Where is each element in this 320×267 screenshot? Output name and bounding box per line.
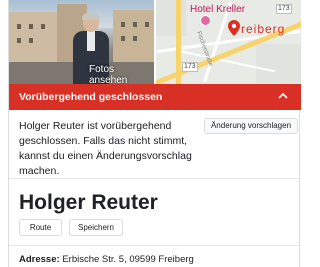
route-button[interactable]: Route: [19, 219, 62, 236]
address-value[interactable]: Erbische Str. 5, 09599 Freiberg: [62, 254, 194, 265]
road-number-badge: 173: [182, 62, 198, 72]
divider: [9, 245, 301, 246]
business-photo[interactable]: Fotos ansehen: [9, 0, 154, 84]
location-pin-icon: [228, 20, 240, 36]
map-hotel-label: Hotel Kreller: [190, 4, 246, 15]
road-number-badge: 173: [276, 4, 292, 14]
closed-status-label: Vorübergehend geschlossen: [19, 91, 163, 103]
knowledge-panel: Fotos ansehen 173 173 Fischerstraße Hote…: [8, 0, 301, 267]
suggest-edit-button[interactable]: Änderung vorschlagen: [204, 118, 298, 134]
divider: [9, 178, 301, 179]
hotel-pin-icon: [200, 15, 211, 26]
address-row: Adresse: Erbische Str. 5, 09599 Freiberg: [19, 254, 194, 265]
map-place-label: reiberg: [241, 22, 286, 36]
map-thumbnail[interactable]: 173 173 Fischerstraße Hotel Kreller reib…: [156, 0, 301, 84]
chevron-up-icon[interactable]: [277, 90, 289, 102]
closed-status-banner[interactable]: Vorübergehend geschlossen: [9, 84, 301, 110]
save-button[interactable]: Speichern: [69, 219, 123, 236]
business-name: Holger Reuter: [19, 191, 158, 214]
media-row: Fotos ansehen 173 173 Fischerstraße Hote…: [9, 0, 301, 84]
closed-notice-text: Holger Reuter ist vorübergehend geschlos…: [19, 120, 192, 177]
photos-link[interactable]: Fotos ansehen: [89, 64, 154, 84]
address-label: Adresse:: [19, 254, 60, 265]
